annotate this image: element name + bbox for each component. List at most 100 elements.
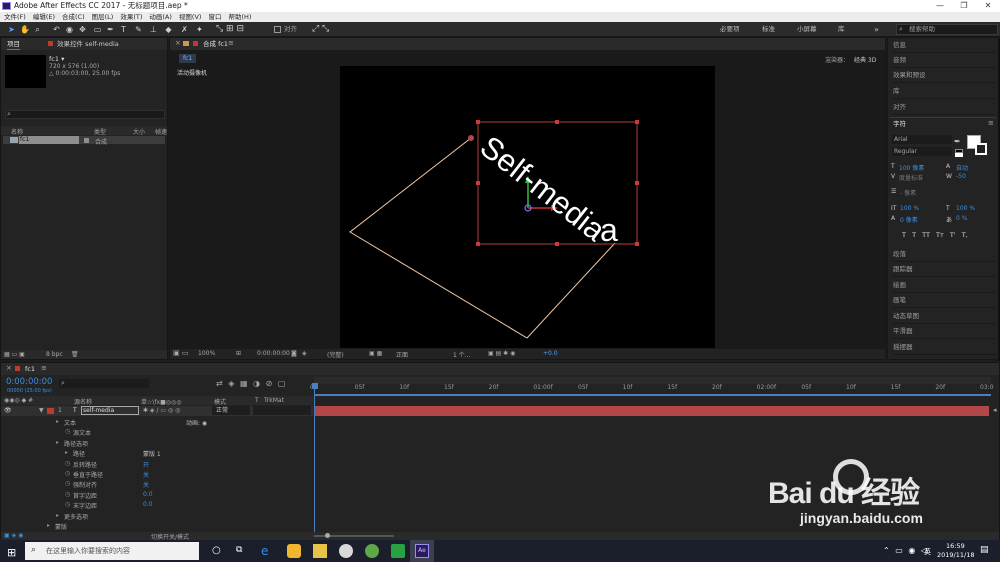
pen-tool-icon[interactable]: ✒: [106, 25, 115, 34]
file-explorer-icon[interactable]: [313, 544, 327, 558]
property-value[interactable]: 关: [143, 470, 149, 479]
brushes-tab[interactable]: 画笔: [892, 293, 996, 308]
menu-layer[interactable]: 图层(L): [88, 12, 117, 22]
close-timeline-tab-icon[interactable]: ×: [6, 364, 12, 372]
property-row[interactable]: ▸ 文本 动画: ◉: [1, 417, 313, 427]
libraries-panel-tab[interactable]: 库: [892, 84, 996, 99]
task-view-icon[interactable]: ⧉: [236, 545, 242, 555]
small-caps-button[interactable]: Tт: [936, 231, 944, 239]
notifications-icon[interactable]: ▤: [980, 545, 989, 555]
hand-tool-icon[interactable]: ✋: [20, 25, 30, 34]
app-icon-yellow[interactable]: [287, 544, 301, 558]
col-size[interactable]: 大小: [133, 127, 145, 136]
puppet-tool-icon[interactable]: ✦: [195, 25, 204, 34]
stopwatch-icon[interactable]: ◷: [65, 480, 70, 487]
project-footer-icons[interactable]: ▦ ▭ ▣: [4, 351, 25, 358]
playhead-handle[interactable]: [312, 383, 318, 389]
property-row[interactable]: ◷ 垂直于路径 关: [1, 469, 313, 479]
eyedropper-icon[interactable]: ✒: [954, 137, 961, 146]
roto-tool-icon[interactable]: ✗: [180, 25, 189, 34]
col-switches[interactable]: 单☆\fx■◎◎◎: [141, 397, 181, 406]
timeline-tab-menu-icon[interactable]: ≡: [41, 364, 47, 372]
project-item-name[interactable]: fc1: [19, 136, 79, 144]
layer-mode-select[interactable]: 正常: [212, 406, 250, 415]
clock-time[interactable]: 16:59: [946, 542, 965, 550]
property-row[interactable]: ◷ 强制对齐 关: [1, 479, 313, 489]
property-row[interactable]: ◷ 源文本: [1, 427, 313, 437]
effects-controls-tab[interactable]: 效果控件 self-media: [57, 39, 119, 49]
twirl-icon[interactable]: ▸: [65, 449, 68, 456]
menu-window[interactable]: 窗口: [204, 12, 224, 22]
clock-date[interactable]: 2019/11/18: [937, 551, 974, 559]
twirl-icon[interactable]: ▸: [56, 418, 59, 425]
timeline-search-input[interactable]: [59, 379, 149, 388]
col-t[interactable]: T: [255, 397, 259, 404]
taskbar-search-input[interactable]: 在这里输入你要搜索的内容: [25, 542, 199, 560]
trkmat-select[interactable]: [253, 406, 311, 415]
white-swatch[interactable]: [955, 153, 963, 157]
property-value[interactable]: 0.0: [143, 491, 153, 498]
selection-tool-icon[interactable]: ➤: [7, 25, 16, 34]
snap-icons[interactable]: ⤢ ⤡: [312, 24, 329, 34]
stopwatch-icon[interactable]: ◷: [65, 491, 70, 498]
region-icon[interactable]: ▣ ▦: [369, 350, 382, 357]
wiggler-tab[interactable]: 摇摆器: [892, 340, 996, 355]
type-tool-icon[interactable]: T: [119, 25, 128, 34]
comp-timecode[interactable]: 0:00:00:00: [257, 350, 290, 357]
paragraph-tab[interactable]: 段落: [892, 247, 996, 262]
workspace-essentials[interactable]: 必要项: [720, 22, 740, 37]
eraser-tool-icon[interactable]: ◆: [164, 25, 173, 34]
workspace-standard[interactable]: 标准: [762, 22, 775, 37]
stroke-color-swatch[interactable]: [975, 143, 987, 155]
exposure-value[interactable]: +0.0: [543, 350, 558, 357]
after-effects-icon[interactable]: Ae: [415, 544, 429, 558]
rectangle-tool-icon[interactable]: ▭: [93, 25, 102, 34]
snapshot-icon[interactable]: ◙: [291, 350, 297, 357]
character-menu-icon[interactable]: ≡: [988, 119, 994, 127]
axis-mode-icons[interactable]: ⤡ ⊞ ⊟: [216, 24, 268, 35]
zoom-tool-icon[interactable]: ⌕: [33, 25, 42, 34]
text-style-buttons[interactable]: T T TT Tт T' T,: [902, 231, 994, 239]
stopwatch-icon[interactable]: ◷: [65, 501, 70, 508]
workspace-menu-icon[interactable]: »: [874, 22, 879, 37]
leading-value[interactable]: 自动: [956, 163, 968, 172]
property-value[interactable]: 开: [143, 460, 149, 469]
channel-icon[interactable]: ◈: [302, 350, 307, 357]
work-area-bar[interactable]: [314, 377, 991, 384]
layer-name[interactable]: self-media: [81, 406, 139, 415]
search-help-input[interactable]: 搜索帮助: [896, 24, 998, 35]
workspace-libraries[interactable]: 库: [838, 22, 845, 37]
col-type[interactable]: 类型: [94, 127, 106, 136]
col-source-name[interactable]: 源名称: [74, 397, 92, 406]
subscript-button[interactable]: T,: [962, 231, 968, 239]
col-mode[interactable]: 模式: [214, 397, 226, 406]
motion-sketch-tab[interactable]: 动态草图: [892, 309, 996, 324]
wechat-icon[interactable]: [391, 544, 405, 558]
visibility-icon[interactable]: 👁: [4, 407, 12, 414]
system-tray-icons[interactable]: ⌃ ▭ ◉ ◁: [883, 546, 927, 555]
workspace-small-screen[interactable]: 小屏幕: [797, 22, 817, 37]
pan-behind-tool-icon[interactable]: ✥: [78, 25, 87, 34]
view-mode-select[interactable]: 正面: [396, 350, 408, 359]
cortana-icon[interactable]: ○: [212, 545, 221, 556]
menu-file[interactable]: 文件(F): [0, 12, 29, 22]
timeline-scroll-right[interactable]: ◂: [993, 406, 997, 414]
col-trkmat[interactable]: TrkMat: [264, 397, 284, 404]
time-ruler[interactable]: 0s05f10f15f20f01:00f05f10f15f20f02:00f05…: [310, 384, 993, 394]
col-fps[interactable]: 帧速: [155, 127, 167, 136]
layer-label-swatch[interactable]: [47, 408, 54, 414]
tsume-value[interactable]: 0 %: [956, 215, 967, 222]
project-tab[interactable]: 项目: [7, 39, 20, 50]
tracking-value[interactable]: -50: [956, 173, 966, 180]
smoother-tab[interactable]: 平滑器: [892, 324, 996, 339]
superscript-button[interactable]: T': [950, 231, 956, 239]
tracker-tab[interactable]: 跟踪器: [892, 262, 996, 277]
timeline-switch-icons[interactable]: ⇄ ◈ ▦ ◑ ⊘ ▢: [216, 379, 285, 388]
effects-presets-tab[interactable]: 效果和预设: [892, 68, 996, 83]
property-value[interactable]: 关: [143, 480, 149, 489]
timeline-timecode[interactable]: 0:00:00:00: [6, 377, 52, 387]
viewer-options-icons[interactable]: ▣ ▭: [173, 349, 188, 357]
brush-tool-icon[interactable]: ✎: [134, 25, 143, 34]
close-button[interactable]: ✕: [976, 0, 1000, 12]
col-name[interactable]: 名称: [11, 127, 23, 136]
